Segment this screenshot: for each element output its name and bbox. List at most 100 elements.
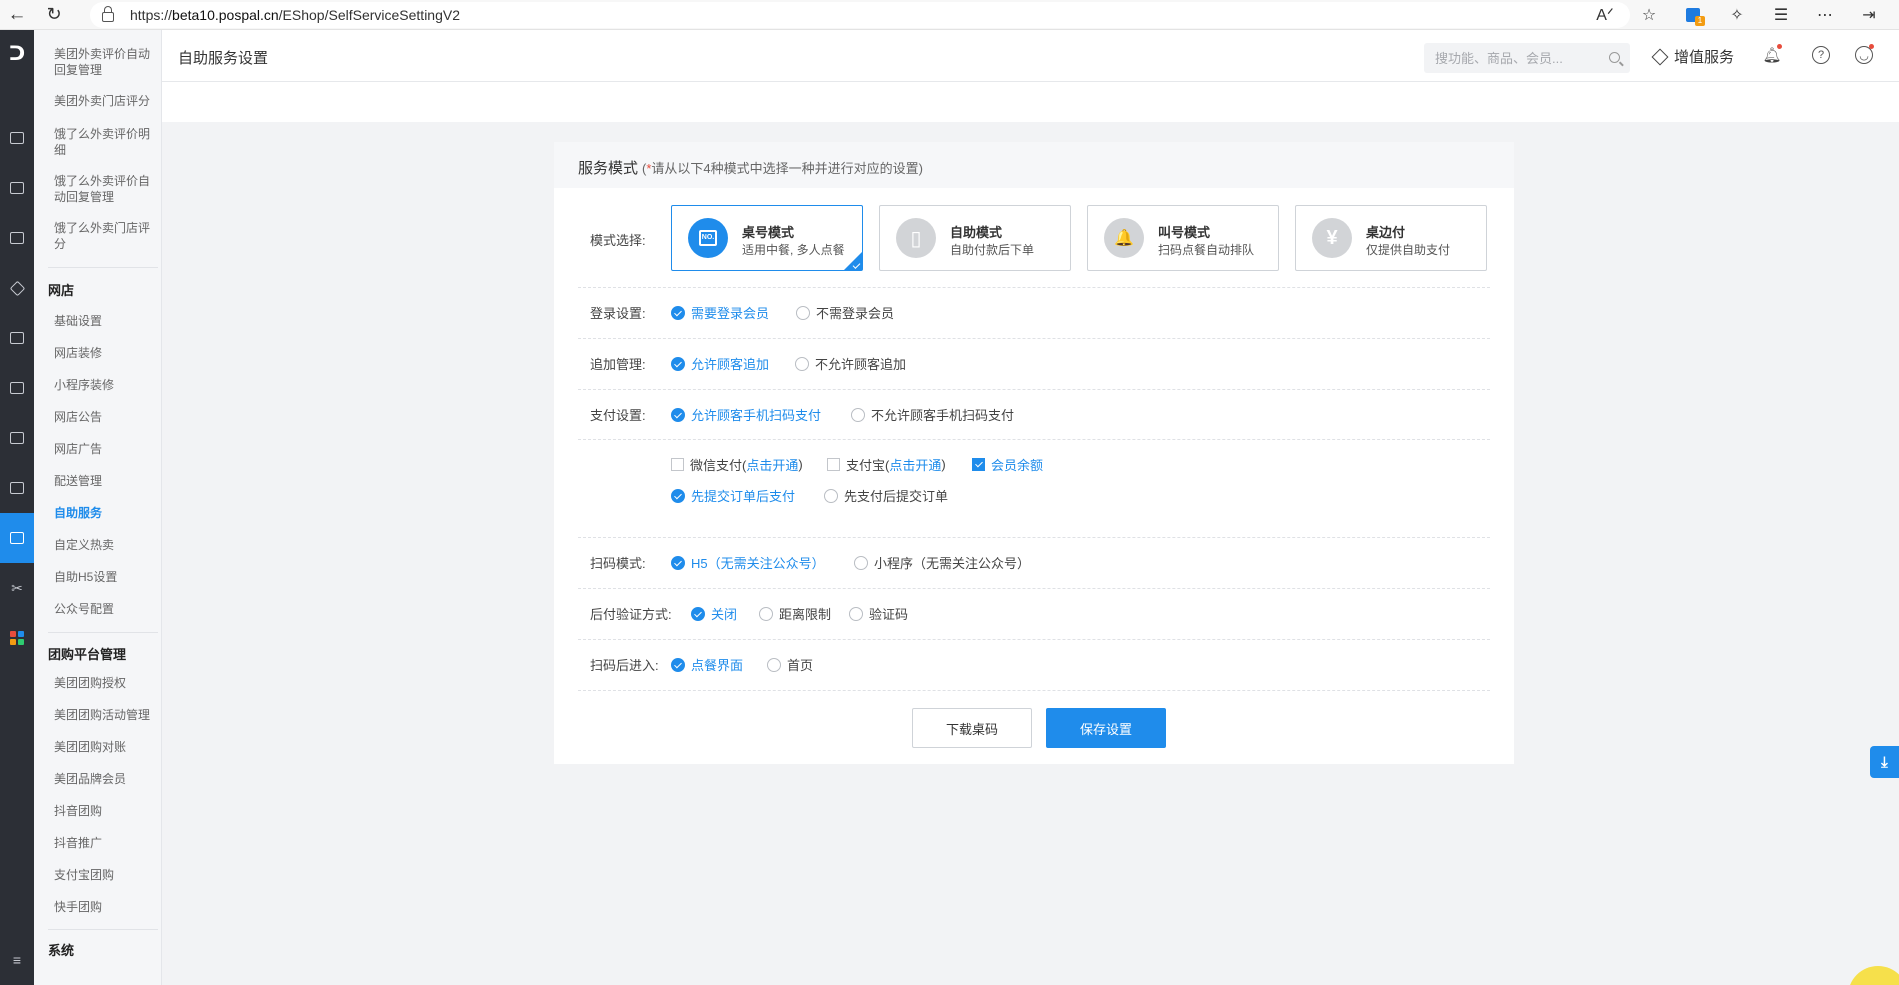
browser-toolbar: ← ↻ https://beta10.pospal.cn/EShop/SelfS…	[0, 0, 1899, 30]
value-added-services-button[interactable]: 增值服务	[1651, 46, 1735, 67]
refresh-icon[interactable]: ↻	[34, 0, 74, 30]
mode-card-tableside-pay[interactable]: ¥ 桌边付 仅提供自助支付	[1295, 205, 1487, 271]
pay-allow-radio[interactable]: 允许顾客手机扫码支付	[671, 405, 821, 424]
address-bar[interactable]: https://beta10.pospal.cn/EShop/SelfServi…	[90, 1, 1630, 28]
sidebar-item[interactable]: 公众号配置	[54, 601, 158, 617]
sidebar-item[interactable]: 配送管理	[54, 473, 158, 489]
sidebar-item[interactable]: 快手团购	[54, 899, 158, 915]
sidebar-heading-system[interactable]: 系统	[48, 940, 74, 959]
lock-icon[interactable]	[102, 5, 114, 22]
sidebar-item-self-service[interactable]: 自助服务	[54, 505, 158, 521]
verify-off-radio[interactable]: 关闭	[691, 604, 737, 623]
settings-sliders-icon[interactable]	[0, 513, 34, 563]
radio-checked-icon	[671, 356, 685, 371]
mode-card-queue[interactable]: 🔔 叫号模式 扫码点餐自动排队	[1087, 205, 1279, 271]
tools-icon[interactable]: ✂	[0, 563, 34, 613]
pay-deny-radio[interactable]: 不允许顾客手机扫码支付	[851, 405, 1014, 424]
value-added-label: 增值服务	[1674, 49, 1735, 66]
read-aloud-icon[interactable]: Aᐟ	[1583, 0, 1627, 30]
card-title: 服务模式 (*请从以下4种模式中选择一种并进行对应的设置)	[578, 157, 923, 178]
sidebar-item[interactable]: 自定义热卖	[54, 537, 158, 553]
sidebar-heading-shop[interactable]: 网店	[48, 280, 74, 299]
radio-checked-icon	[671, 555, 685, 570]
scan-h5-radio[interactable]: H5（无需关注公众号）	[671, 553, 825, 572]
sidebar-item[interactable]: 抖音推广	[54, 835, 158, 851]
option-label: 支付宝(	[846, 458, 890, 473]
enter-menu-radio[interactable]: 点餐界面	[671, 655, 743, 674]
report-icon[interactable]	[0, 413, 34, 463]
order-first-radio[interactable]: 先提交订单后支付	[671, 486, 795, 505]
radio-checked-icon	[671, 657, 685, 672]
extension-icon[interactable]: 1	[1671, 0, 1715, 30]
sidebar-item[interactable]: 美团团购活动管理	[54, 707, 158, 723]
option-label: 会员余额	[991, 458, 1044, 473]
mode-card-self[interactable]: ▯ 自助模式 自助付款后下单	[879, 205, 1071, 271]
sidebar-item[interactable]: 小程序装修	[54, 377, 158, 393]
puzzle-extensions-icon[interactable]: ✧	[1715, 0, 1759, 30]
scan-miniprogram-radio[interactable]: 小程序（无需关注公众号）	[854, 553, 1030, 572]
member-icon[interactable]	[0, 263, 34, 313]
inventory-icon[interactable]	[0, 313, 34, 363]
more-menu-icon[interactable]: ⋯	[1803, 0, 1847, 30]
staff-icon[interactable]	[0, 363, 34, 413]
mode-card-table[interactable]: NO. 桌号模式 适用中餐, 多人点餐	[671, 205, 863, 271]
download-table-code-button[interactable]: 下载桌码	[912, 708, 1032, 748]
verify-distance-radio[interactable]: 距离限制	[759, 604, 831, 623]
url-scheme: https://	[130, 6, 173, 23]
sidebar-item[interactable]: 基础设置	[54, 313, 158, 329]
help-icon[interactable]: ?	[1811, 45, 1831, 65]
wechat-pay-checkbox[interactable]: 微信支付(点击开通)	[671, 455, 803, 474]
sidebar-item[interactable]: 美团外卖门店评分	[54, 93, 158, 109]
sidebar-item[interactable]: 饿了么外卖评价自动回复管理	[54, 173, 158, 205]
back-icon[interactable]: ←	[0, 0, 34, 30]
sidebar-item[interactable]: 网店装修	[54, 345, 158, 361]
user-notification-dot	[1869, 44, 1874, 49]
enter-home-radio[interactable]: 首页	[767, 655, 813, 674]
append-allow-radio[interactable]: 允许顾客追加	[671, 354, 769, 373]
wechat-open-link[interactable]: 点击开通	[746, 455, 798, 474]
user-avatar-icon[interactable]: ◡	[1854, 44, 1874, 65]
sidebar-item[interactable]: 自助H5设置	[54, 569, 158, 585]
alipay-checkbox[interactable]: 支付宝(点击开通)	[827, 455, 946, 474]
option-label: 允许顾客追加	[691, 357, 770, 372]
sidebar-item[interactable]: 美团品牌会员	[54, 771, 158, 787]
collapse-menu-icon[interactable]: ≡	[0, 935, 34, 985]
mode-name: 叫号模式	[1158, 225, 1211, 240]
favorite-star-icon[interactable]: ☆	[1627, 0, 1671, 30]
radio-checked-icon	[671, 488, 685, 503]
task-icon[interactable]	[0, 463, 34, 513]
bell-icon[interactable]: 🔔︎	[1762, 44, 1782, 65]
product-icon[interactable]	[0, 213, 34, 263]
sidebar-item[interactable]: 网店公告	[54, 409, 158, 425]
sidebar-item[interactable]: 美团团购授权	[54, 675, 158, 691]
download-float-icon[interactable]: ⤓	[1870, 746, 1899, 778]
favorites-list-icon[interactable]: ☰	[1759, 0, 1803, 30]
save-settings-button[interactable]: 保存设置	[1046, 708, 1166, 748]
sidebar-item[interactable]: 饿了么外卖评价明细	[54, 126, 158, 158]
page-title: 自助服务设置	[178, 50, 269, 67]
pay-first-radio[interactable]: 先支付后提交订单	[824, 486, 948, 505]
alipay-open-link[interactable]: 点击开通	[889, 455, 941, 474]
sidebar-item[interactable]: 美团团购对账	[54, 739, 158, 755]
apps-icon[interactable]	[0, 613, 34, 663]
assistant-bubble-icon[interactable]	[1848, 966, 1899, 985]
sidebar-item[interactable]: 支付宝团购	[54, 867, 158, 883]
sidebar-toggle-icon[interactable]: ⇥	[1847, 0, 1891, 30]
mode-desc: 适用中餐, 多人点餐	[742, 243, 845, 257]
sidebar-item[interactable]: 抖音团购	[54, 803, 158, 819]
search-icon[interactable]	[1609, 52, 1620, 63]
search-input[interactable]	[1424, 43, 1594, 73]
sidebar-heading-group-buy[interactable]: 团购平台管理	[48, 644, 126, 663]
sidebar-item[interactable]: 饿了么外卖门店评分	[54, 220, 158, 252]
home-icon[interactable]	[0, 113, 34, 163]
sidebar-item[interactable]: 网店广告	[54, 441, 158, 457]
option-label: H5（无需关注公众号）	[691, 556, 825, 571]
pos-icon[interactable]	[0, 163, 34, 213]
verify-code-radio[interactable]: 验证码	[849, 604, 908, 623]
append-deny-radio[interactable]: 不允许顾客追加	[795, 354, 906, 373]
member-balance-checkbox[interactable]: 会员余额	[972, 455, 1043, 474]
login-required-radio[interactable]: 需要登录会员	[671, 303, 769, 322]
login-not-required-radio[interactable]: 不需登录会员	[796, 303, 894, 322]
pay-label: 支付设置:	[590, 408, 646, 423]
sidebar-item[interactable]: 美团外卖评价自动回复管理	[54, 46, 158, 78]
